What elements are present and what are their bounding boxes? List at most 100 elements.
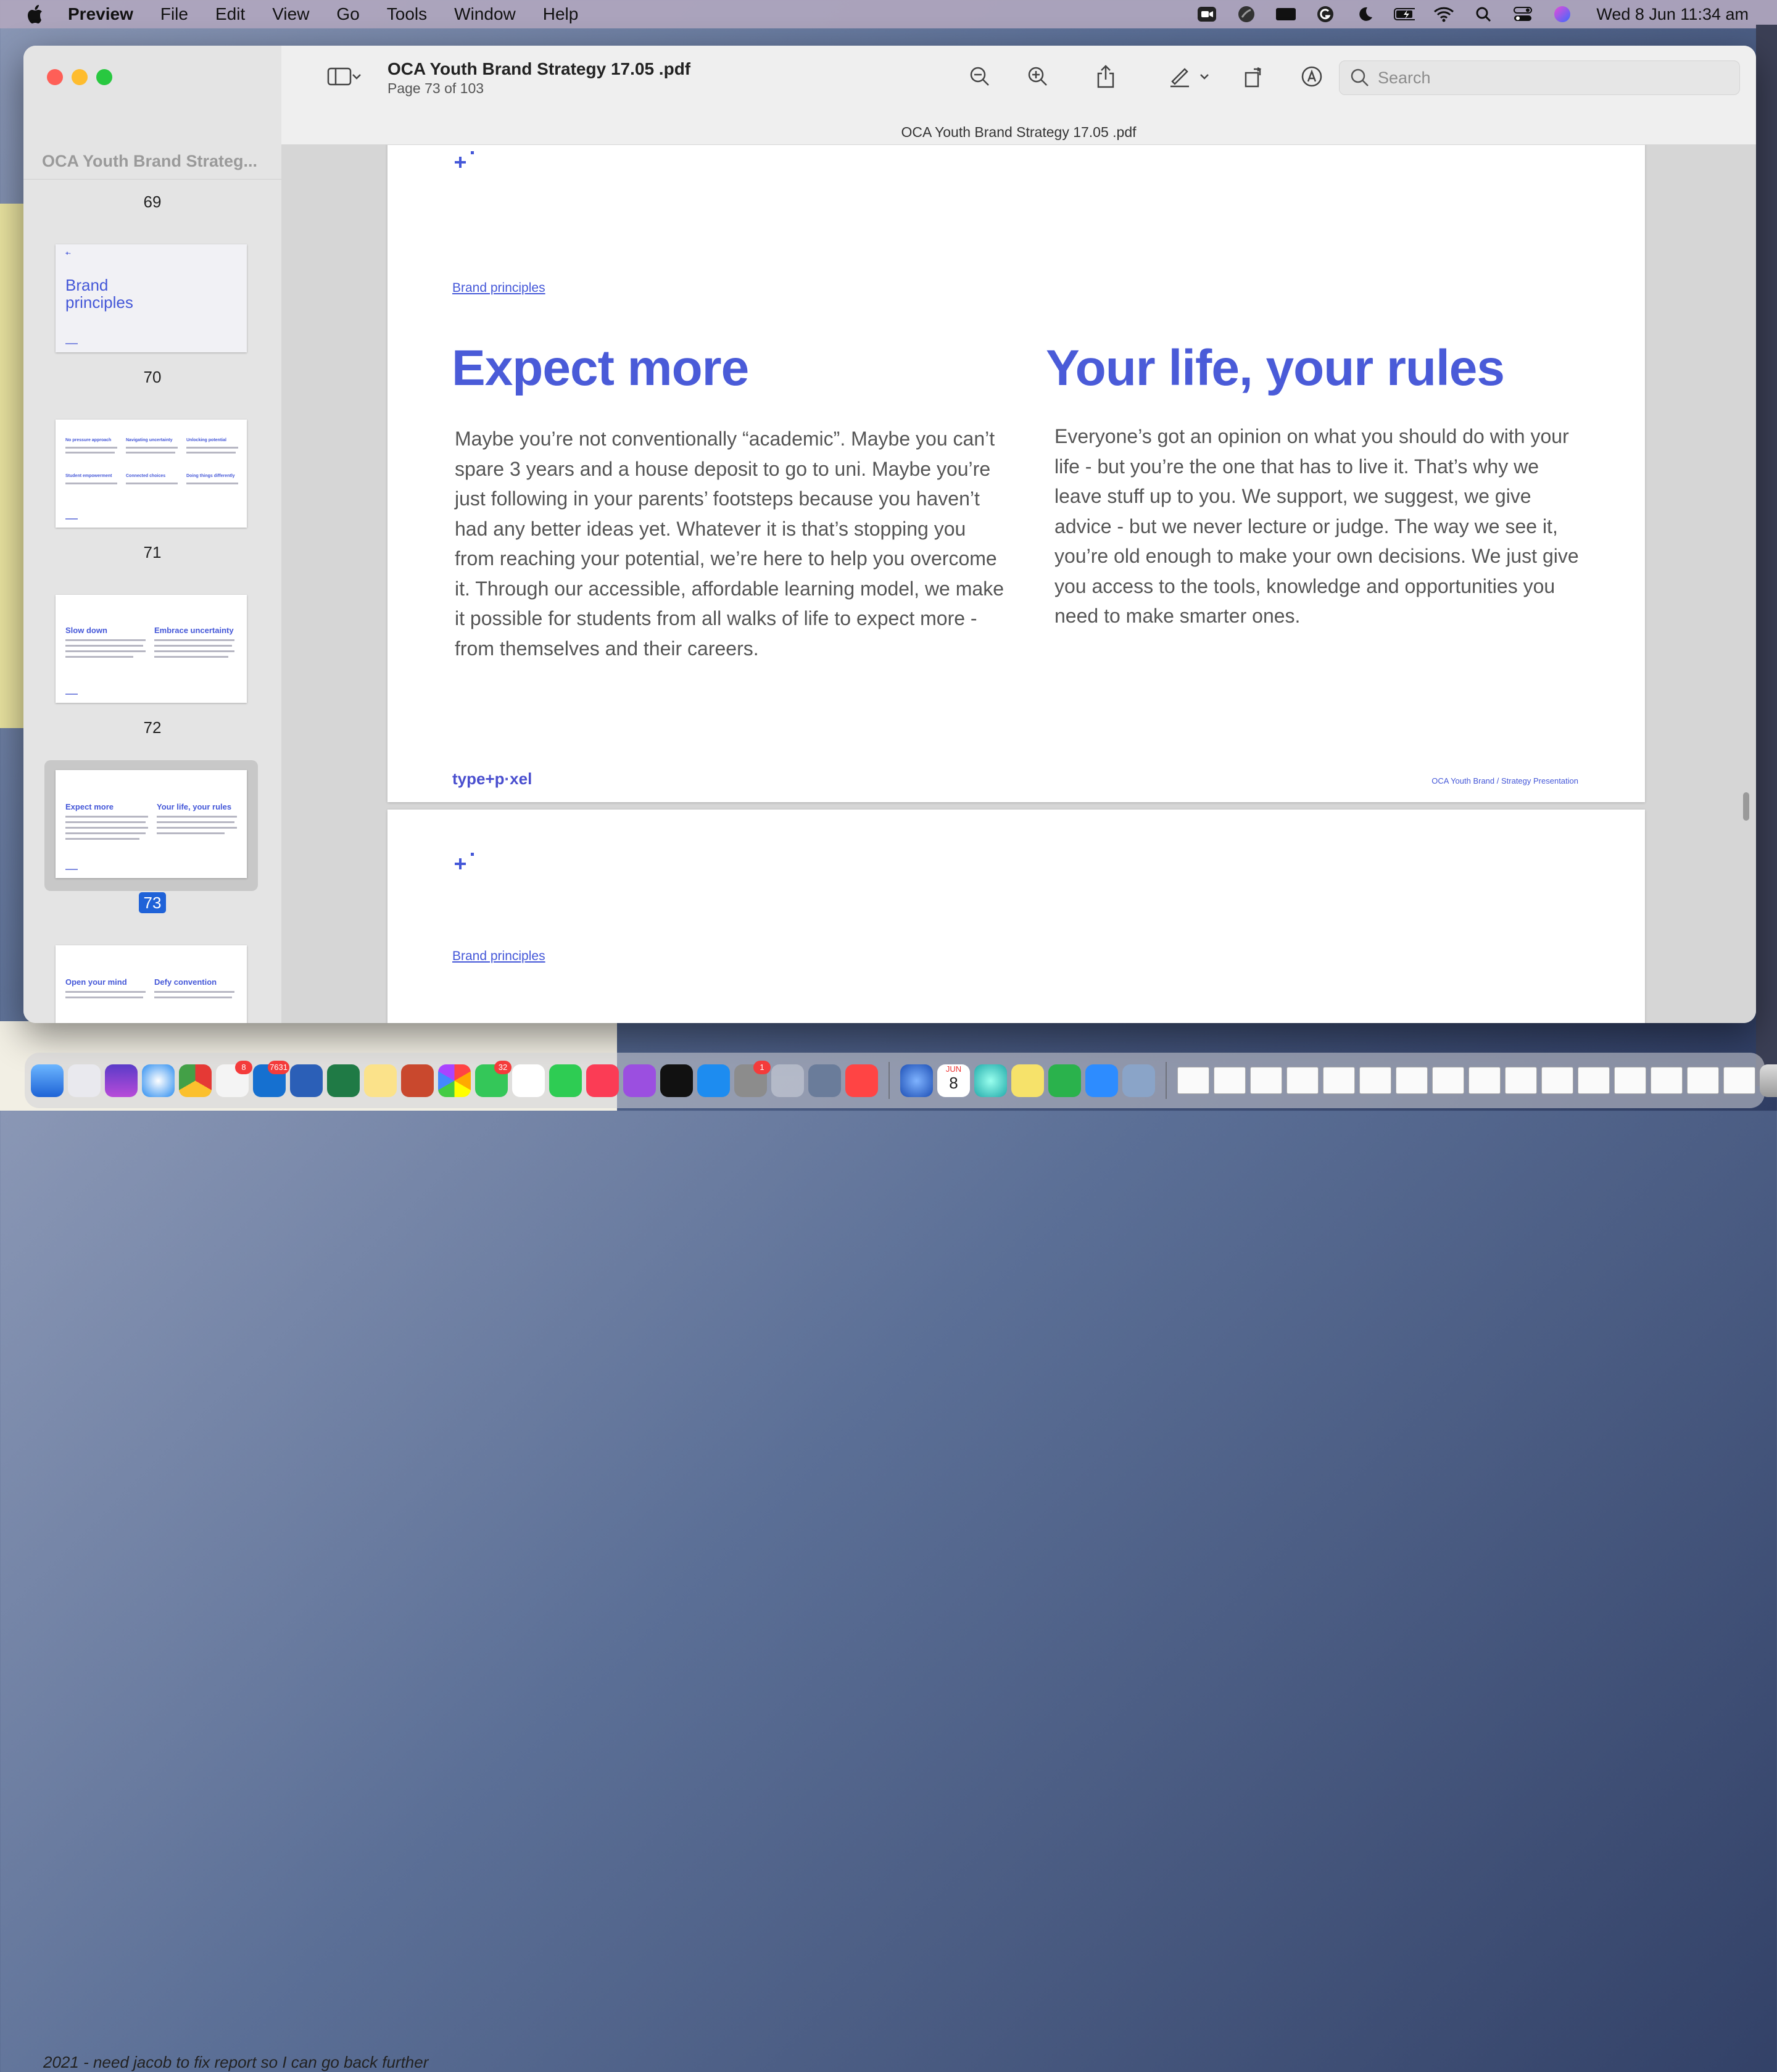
zoom-dock-icon[interactable] — [1085, 1064, 1118, 1097]
finder-dock-icon[interactable] — [31, 1064, 64, 1097]
dock-document-thumbnail[interactable] — [1286, 1067, 1319, 1094]
markup-pen-icon[interactable] — [1166, 63, 1193, 90]
page-thumbnail-72[interactable]: Slow down Embrace uncertainty — [56, 595, 247, 703]
menu-view[interactable]: View — [272, 4, 309, 24]
calendar-dock-icon[interactable]: JUN 8 — [937, 1064, 970, 1097]
launchpad-dock-icon[interactable] — [68, 1064, 101, 1097]
zoom-in-icon[interactable] — [1024, 63, 1051, 90]
word-dock-icon[interactable] — [290, 1064, 323, 1097]
notes-dock-icon[interactable] — [364, 1064, 397, 1097]
dock-document-thumbnail[interactable] — [1177, 1067, 1209, 1094]
news-dock-icon[interactable] — [845, 1064, 878, 1097]
thumbnail-sidebar[interactable]: OCA Youth Brand Strateg... 69 +· Brand p… — [23, 46, 282, 1023]
close-window-button[interactable] — [47, 69, 63, 85]
chevron-down-icon[interactable] — [1197, 63, 1212, 90]
excel-dock-icon[interactable] — [327, 1064, 360, 1097]
page-thumbnail-71[interactable]: No pressure approach Navigating uncertai… — [56, 420, 247, 528]
facetime-dock-icon[interactable] — [549, 1064, 582, 1097]
page-thumbnail-74[interactable]: Open your mind Defy convention — [56, 945, 247, 1023]
dock-document-thumbnail[interactable] — [1505, 1067, 1537, 1094]
screenshot-dock-icon[interactable] — [1122, 1064, 1155, 1097]
minimize-window-button[interactable] — [72, 69, 88, 85]
dock-document-thumbnail[interactable] — [1359, 1067, 1391, 1094]
moon-icon[interactable] — [1354, 5, 1375, 23]
body-your-life-your-rules: Everyone’s got an opinion on what you sh… — [1054, 425, 1579, 627]
fullscreen-window-button[interactable] — [96, 69, 112, 85]
grammarly-icon[interactable] — [1315, 5, 1336, 23]
messages-dock-icon[interactable]: 32 — [475, 1060, 512, 1097]
menu-window[interactable]: Window — [454, 4, 516, 24]
system-preferences-dock-icon[interactable]: 1 — [734, 1060, 771, 1097]
chrome-dock-icon[interactable] — [179, 1064, 212, 1097]
slack-dock-icon[interactable] — [512, 1064, 545, 1097]
dock-document-thumbnail[interactable] — [1250, 1067, 1282, 1094]
safari-dock-icon[interactable] — [142, 1064, 175, 1097]
vertical-scrollbar[interactable] — [1743, 792, 1749, 821]
reminders-dock-icon[interactable]: 8 — [216, 1060, 252, 1097]
thumb-heading: Navigating uncertainty — [126, 438, 173, 442]
apple-menu-icon[interactable] — [27, 5, 43, 23]
section-link-brand-principles-next[interactable]: Brand principles — [452, 949, 545, 964]
zoom-icon[interactable] — [1196, 5, 1217, 23]
music-dock-icon[interactable] — [586, 1064, 619, 1097]
search-field[interactable] — [1339, 60, 1740, 95]
browser-dock-icon[interactable] — [974, 1064, 1007, 1097]
section-link-brand-principles[interactable]: Brand principles — [452, 281, 545, 296]
apple-tv-dock-icon[interactable] — [660, 1064, 693, 1097]
menu-help[interactable]: Help — [543, 4, 579, 24]
siri-dock-icon[interactable] — [105, 1064, 138, 1097]
spotlight-icon[interactable] — [1473, 5, 1494, 23]
share-icon[interactable] — [1092, 63, 1119, 90]
trash-dock-icon[interactable] — [1760, 1064, 1777, 1097]
preview-dock-icon[interactable] — [808, 1064, 841, 1097]
messages-badge: 32 — [494, 1060, 512, 1074]
dock-document-thumbnail[interactable] — [1396, 1067, 1428, 1094]
thumb-heading: Doing things differently — [186, 474, 235, 478]
screen-record-icon[interactable] — [1236, 5, 1257, 23]
menu-app-name[interactable]: Preview — [68, 4, 133, 24]
photos-dock-icon[interactable] — [438, 1064, 471, 1097]
thumb-text-line — [65, 483, 117, 484]
battery-icon[interactable] — [1394, 5, 1415, 23]
podcasts-dock-icon[interactable] — [623, 1064, 656, 1097]
menu-edit[interactable]: Edit — [215, 4, 245, 24]
dock-document-thumbnail[interactable] — [1541, 1067, 1573, 1094]
siri-icon[interactable] — [1552, 5, 1573, 23]
dock-document-thumbnail[interactable] — [1651, 1067, 1683, 1094]
dock-document-thumbnail[interactable] — [1723, 1067, 1755, 1094]
app-store-dock-icon[interactable] — [697, 1064, 730, 1097]
numbers-dock-icon[interactable] — [1048, 1064, 1081, 1097]
dock-document-thumbnail[interactable] — [1687, 1067, 1719, 1094]
help-question-dock-icon[interactable] — [771, 1064, 804, 1097]
stickies-dock-icon[interactable] — [1011, 1064, 1044, 1097]
menu-go[interactable]: Go — [336, 4, 359, 24]
menu-file[interactable]: File — [160, 4, 188, 24]
rotate-icon[interactable] — [1241, 63, 1269, 90]
chevron-down-icon[interactable] — [349, 63, 364, 90]
dock-document-thumbnail[interactable] — [1214, 1067, 1246, 1094]
wifi-icon[interactable] — [1433, 5, 1454, 23]
search-input[interactable] — [1377, 65, 1725, 91]
menu-clock[interactable]: Wed 8 Jun 11:34 am — [1596, 5, 1749, 24]
page-thumbnail-73[interactable]: Expect more Your life, your rules — [56, 770, 247, 878]
control-center-icon[interactable] — [1512, 5, 1533, 23]
dock-document-thumbnail[interactable] — [1468, 1067, 1501, 1094]
network-utility-dock-icon[interactable] — [900, 1064, 933, 1097]
thumb-text-line — [186, 483, 238, 484]
dock-document-thumbnail[interactable] — [1323, 1067, 1355, 1094]
page-thumbnail-70[interactable]: +· Brand principles — [56, 244, 247, 352]
menu-tools[interactable]: Tools — [387, 4, 427, 24]
dock-document-thumbnail[interactable] — [1614, 1067, 1646, 1094]
dock-document-thumbnail[interactable] — [1578, 1067, 1610, 1094]
document-tab-title: OCA Youth Brand Strategy 17.05 .pdf — [281, 122, 1756, 145]
thumb-text-line — [65, 821, 146, 823]
document-viewport[interactable]: Brand principles Expect more Maybe you’r… — [281, 145, 1756, 1023]
thumb-text-line — [65, 997, 143, 998]
reminders-badge: 8 — [235, 1060, 252, 1074]
camera-icon[interactable] — [1275, 5, 1296, 23]
dock-document-thumbnail[interactable] — [1432, 1067, 1464, 1094]
powerpoint-dock-icon[interactable] — [401, 1064, 434, 1097]
zoom-out-icon[interactable] — [966, 63, 993, 90]
outlook-dock-icon[interactable]: 7631 — [253, 1060, 289, 1097]
annotate-icon[interactable] — [1298, 63, 1325, 90]
